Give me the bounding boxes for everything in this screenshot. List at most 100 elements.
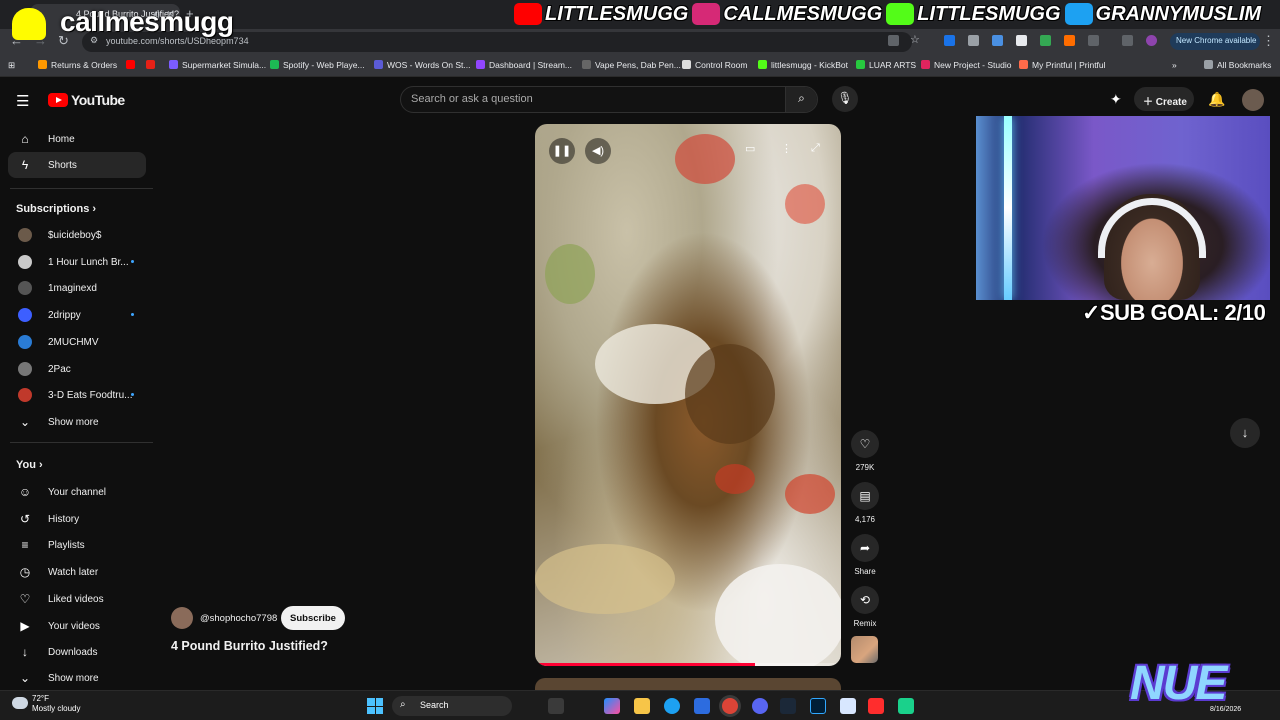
bookmark[interactable]: littlesmugg - KickBot xyxy=(758,60,848,70)
sidebar-item-subscription[interactable]: 2Pac xyxy=(8,356,146,382)
pause-icon[interactable]: ❚❚ xyxy=(549,138,575,164)
short-video-player[interactable]: ❚❚ ◀) ▭ ⋮ ⤢ xyxy=(535,124,841,666)
remix-action[interactable]: ⟲ Remix xyxy=(850,586,880,628)
extension-icon[interactable] xyxy=(968,35,979,46)
sidebar-item-subscription[interactable]: $uicideboy$ xyxy=(8,222,146,248)
fullscreen-icon[interactable]: ⤢ xyxy=(811,142,820,155)
bookmark[interactable] xyxy=(126,60,139,70)
sidebar-item-you[interactable]: ♡ Liked videos xyxy=(8,586,146,612)
extension-icon[interactable] xyxy=(1016,35,1027,46)
menu-icon[interactable]: ⋮ xyxy=(1262,33,1275,49)
hamburger-menu-icon[interactable]: ☰ xyxy=(16,92,29,110)
you-heading[interactable]: You › xyxy=(16,459,43,471)
youtube-logo[interactable]: YouTube xyxy=(48,92,125,108)
taskbar-search[interactable]: ⌕ Search xyxy=(392,696,512,716)
video-progress-bar[interactable] xyxy=(535,663,841,666)
sidebar-item-subscription[interactable]: 2drippy xyxy=(8,302,146,328)
share-icon[interactable]: ➦ xyxy=(851,534,879,562)
bookmark[interactable]: My Printful | Printful xyxy=(1019,60,1106,70)
steam-icon[interactable] xyxy=(780,698,796,714)
subscriptions-heading[interactable]: Subscriptions › xyxy=(16,203,96,215)
bookmark-favicon-icon xyxy=(169,60,178,69)
subscribe-button[interactable]: Subscribe xyxy=(281,606,345,630)
sidebar-item-shorts[interactable]: ϟ Shorts xyxy=(8,152,146,178)
bookmark[interactable]: Spotify - Web Playe... xyxy=(270,60,365,70)
channel-handle[interactable]: @shophocho7798 xyxy=(200,613,277,624)
sidebar-item-label: Downloads xyxy=(48,647,98,659)
file-explorer-icon[interactable] xyxy=(634,698,650,714)
bookmark[interactable]: Dashboard | Stream... xyxy=(476,60,572,70)
comment-icon[interactable]: ▤ xyxy=(851,482,879,510)
sidebar-item-subscription[interactable]: 2MUCHMV xyxy=(8,329,146,355)
volume-icon[interactable]: ◀) xyxy=(585,138,611,164)
show-more-you[interactable]: ⌄ Show more xyxy=(8,665,146,691)
like-action[interactable]: ♡ 279K xyxy=(850,430,880,472)
captions-icon[interactable]: ▭ xyxy=(745,142,755,155)
sidebar-item-home[interactable]: ⌂ Home xyxy=(8,126,146,152)
reading-list-icon[interactable] xyxy=(1122,35,1133,46)
bookmark[interactable] xyxy=(146,60,159,70)
sidebar-item-you[interactable]: ↓ Downloads xyxy=(8,639,146,665)
copilot-icon[interactable] xyxy=(604,698,620,714)
extension-icon[interactable] xyxy=(944,35,955,46)
sidebar-item-you[interactable]: ↺ History xyxy=(8,506,146,532)
sidebar-item-subscription[interactable]: 1maginexd xyxy=(8,275,146,301)
show-more-subscriptions[interactable]: ⌄ Show more xyxy=(8,409,146,435)
all-bookmarks-label: All Bookmarks xyxy=(1217,60,1272,70)
create-button[interactable]: ＋ Create xyxy=(1134,87,1194,111)
weather-widget[interactable]: 72°F Mostly cloudy xyxy=(12,694,80,714)
sidebar-item-you[interactable]: ◷ Watch later xyxy=(8,559,146,585)
app-icon[interactable] xyxy=(898,698,914,714)
puzzle-icon[interactable] xyxy=(1088,35,1099,46)
photoshop-icon[interactable] xyxy=(810,698,826,714)
bookmark-favicon-icon xyxy=(126,60,135,69)
all-bookmarks[interactable]: All Bookmarks xyxy=(1204,60,1271,70)
account-avatar[interactable] xyxy=(1242,89,1264,111)
store-icon[interactable] xyxy=(694,698,710,714)
more-options-icon[interactable]: ⋮ xyxy=(781,142,792,155)
extension-icon[interactable] xyxy=(992,35,1003,46)
new-chrome-button[interactable]: New Chrome available xyxy=(1170,33,1260,50)
share-action[interactable]: ➦ Share xyxy=(850,534,880,576)
bookmark[interactable]: WOS - Words On St... xyxy=(374,60,470,70)
bookmark[interactable]: Control Room xyxy=(682,60,747,70)
bookmark[interactable]: Vape Pens, Dab Pen... xyxy=(582,60,681,70)
search-input[interactable]: Search or ask a question ⌕ xyxy=(400,86,818,113)
ai-sparkle-icon[interactable]: ✦ xyxy=(1110,91,1122,108)
channel-avatar[interactable] xyxy=(171,607,193,629)
edge-icon[interactable] xyxy=(664,698,680,714)
sidebar-item-you[interactable]: ☺ Your channel xyxy=(8,479,146,505)
microphone-icon[interactable]: 🎙 xyxy=(832,86,858,112)
sidebar-item-subscription[interactable]: 3-D Eats Foodtru... xyxy=(8,382,146,408)
star-icon[interactable]: ☆ xyxy=(910,33,920,46)
notifications-icon[interactable]: 🔔 xyxy=(1208,91,1225,108)
extension-icon[interactable] xyxy=(1064,35,1075,46)
next-short-preview[interactable] xyxy=(535,678,841,690)
like-icon[interactable]: ♡ xyxy=(851,430,879,458)
extension-icon[interactable] xyxy=(1040,35,1051,46)
comment-action[interactable]: ▤ 4,176 xyxy=(850,482,880,524)
sidebar-item-you[interactable]: ▶ Your videos xyxy=(8,613,146,639)
short-title[interactable]: 4 Pound Burrito Justified? xyxy=(171,639,328,653)
start-icon[interactable] xyxy=(367,698,383,714)
bookmark[interactable]: LUAR ARTS xyxy=(856,60,916,70)
chrome-icon[interactable] xyxy=(722,698,738,714)
bookmark[interactable]: Returns & Orders xyxy=(38,60,117,70)
more-bookmarks-icon[interactable]: » xyxy=(1172,60,1177,70)
watch-later-icon: ◷ xyxy=(19,565,31,580)
install-icon[interactable] xyxy=(888,35,899,46)
bookmark[interactable]: Supermarket Simula... xyxy=(169,60,266,70)
notepad-icon[interactable] xyxy=(840,698,856,714)
task-view-icon[interactable] xyxy=(548,698,564,714)
next-video-arrow-icon[interactable]: ↓ xyxy=(1230,418,1260,448)
profile-icon[interactable] xyxy=(1146,35,1157,46)
sidebar-item-subscription[interactable]: 1 Hour Lunch Br... xyxy=(8,249,146,275)
sidebar-item-you[interactable]: ≡ Playlists xyxy=(8,532,146,558)
app-icon[interactable] xyxy=(868,698,884,714)
discord-icon[interactable] xyxy=(752,698,768,714)
bookmark[interactable]: New Project - Studio xyxy=(921,60,1011,70)
channel-thumbnail[interactable] xyxy=(851,636,878,663)
apps-icon[interactable]: ⊞ xyxy=(8,60,15,71)
search-icon[interactable]: ⌕ xyxy=(785,87,817,112)
remix-icon[interactable]: ⟲ xyxy=(851,586,879,614)
